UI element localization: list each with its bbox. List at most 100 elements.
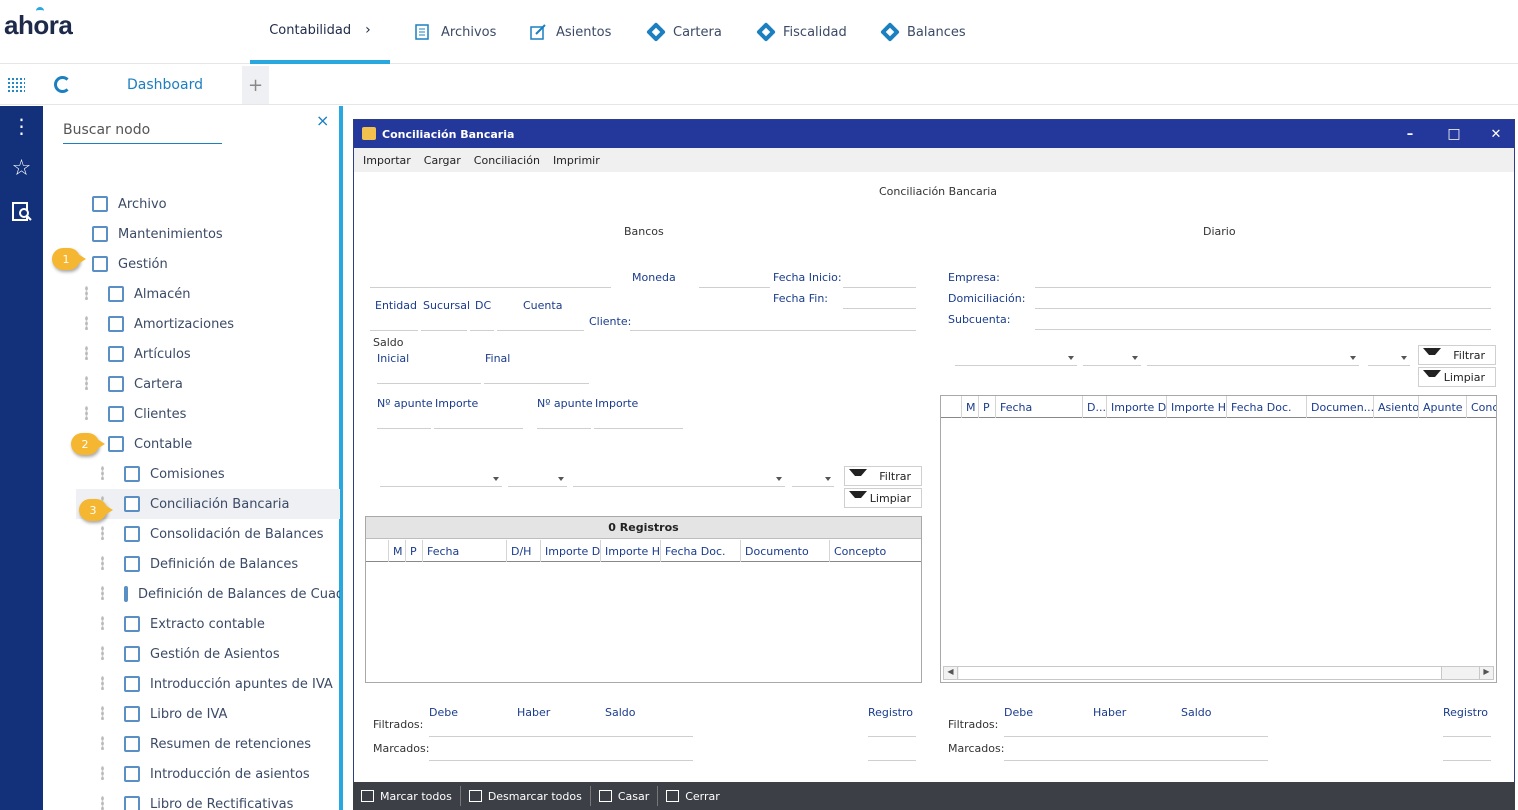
marcar-todos-button[interactable]: Marcar todos <box>353 786 461 806</box>
close-icon[interactable]: × <box>316 111 329 130</box>
column-header[interactable]: Conc <box>1467 396 1496 418</box>
domiciliacion-field[interactable] <box>1035 308 1491 309</box>
apps-grid-icon[interactable] <box>7 77 25 93</box>
column-header[interactable]: Asiento <box>1374 396 1419 418</box>
filter-combo[interactable] <box>1368 348 1410 366</box>
panel-divider[interactable] <box>339 106 343 810</box>
cerrar-button[interactable]: Cerrar <box>658 786 728 806</box>
column-header[interactable]: M <box>389 540 406 562</box>
fecha-fin-field[interactable] <box>843 308 916 309</box>
nav-contabilidad[interactable]: Contabilidad › <box>250 0 390 64</box>
column-header[interactable]: Importe H <box>601 540 661 562</box>
napunte-to-field[interactable] <box>537 428 591 429</box>
nav-cartera[interactable]: Cartera <box>646 0 722 64</box>
column-header[interactable]: Importe H <box>1167 396 1227 418</box>
tab-dashboard[interactable]: Dashboard <box>90 64 240 105</box>
tree-node-mantenimientos[interactable]: Mantenimientos <box>92 219 223 249</box>
menu-cargar[interactable]: Cargar <box>424 154 461 167</box>
column-header[interactable]: P <box>979 396 996 418</box>
filter-combo[interactable] <box>792 469 834 487</box>
scroll-left-icon[interactable]: ◀ <box>944 667 958 679</box>
ahora-logo[interactable]: ahora <box>4 10 73 41</box>
diario-grid[interactable]: M P Fecha D... Importe D Importe H Fecha… <box>940 395 1497 683</box>
tree-node-amortizaciones[interactable]: Amortizaciones <box>108 309 234 339</box>
tree-node-libro-iva[interactable]: Libro de IVA <box>124 699 227 729</box>
sucursal-field[interactable] <box>421 330 467 331</box>
desmarcar-todos-button[interactable]: Desmarcar todos <box>461 786 591 806</box>
menu-importar[interactable]: Importar <box>363 154 411 167</box>
maximize-button[interactable]: □ <box>1434 120 1474 148</box>
search-document-icon[interactable] <box>0 200 43 227</box>
minimize-button[interactable]: – <box>1390 120 1430 148</box>
more-vertical-icon[interactable]: ⋮ <box>0 114 43 138</box>
cliente-field[interactable] <box>630 330 916 331</box>
tree-node-articulos[interactable]: Artículos <box>108 339 191 369</box>
column-header[interactable]: Concepto <box>830 540 921 562</box>
tree-node-conciliacion-bancaria[interactable]: Conciliación Bancaria <box>124 489 289 519</box>
subcuenta-field[interactable] <box>1035 329 1491 330</box>
refresh-icon[interactable] <box>54 76 71 93</box>
dc-field[interactable] <box>470 330 494 331</box>
close-button[interactable]: ✕ <box>1476 120 1516 148</box>
scroll-right-icon[interactable]: ▶ <box>1479 667 1493 679</box>
tree-node-consolidacion[interactable]: Consolidación de Balances <box>124 519 324 549</box>
tree-node-almacen[interactable]: Almacén <box>108 279 191 309</box>
column-header[interactable] <box>366 540 389 562</box>
casar-button[interactable]: Casar <box>591 786 659 806</box>
saldo-inicial-field[interactable] <box>377 383 481 384</box>
napunte-from-field[interactable] <box>377 428 431 429</box>
horizontal-scrollbar[interactable]: ◀ ▶ <box>943 666 1494 680</box>
nav-fiscalidad[interactable]: Fiscalidad <box>756 0 847 64</box>
column-header[interactable]: Apunte <box>1419 396 1467 418</box>
tree-node-cartera[interactable]: Cartera <box>108 369 183 399</box>
tree-node-gestion-asientos[interactable]: Gestión de Asientos <box>124 639 280 669</box>
nav-archivos[interactable]: Archivos <box>415 0 496 64</box>
importe-to-field[interactable] <box>594 428 683 429</box>
bancos-grid[interactable]: 0 Registros M P Fecha D/H Importe D Impo… <box>365 516 922 683</box>
column-header[interactable]: Documento <box>741 540 830 562</box>
limpiar-button[interactable]: Limpiar <box>1418 367 1496 387</box>
banco-field[interactable] <box>370 287 611 288</box>
tree-node-contable[interactable]: Contable <box>108 429 192 459</box>
filter-combo[interactable] <box>1083 348 1141 366</box>
tree-node-definicion-balances-cuadro[interactable]: Definición de Balances de Cuadro <box>124 579 340 609</box>
column-header[interactable]: Importe D <box>1107 396 1167 418</box>
filter-combo[interactable] <box>955 348 1077 366</box>
fecha-inicio-field[interactable] <box>843 287 916 288</box>
scroll-thumb[interactable] <box>959 667 1442 679</box>
tree-node-libro-rectificativas[interactable]: Libro de Rectificativas <box>124 789 293 810</box>
filter-combo[interactable] <box>573 469 785 487</box>
limpiar-button[interactable]: Limpiar <box>844 488 922 508</box>
moneda-field[interactable] <box>699 287 770 288</box>
add-tab-button[interactable]: + <box>242 66 269 104</box>
column-header[interactable]: Fecha Doc. <box>661 540 741 562</box>
column-header[interactable]: Fecha <box>996 396 1083 418</box>
column-header[interactable]: Documen... <box>1307 396 1374 418</box>
filter-combo[interactable] <box>380 469 502 487</box>
filter-combo[interactable] <box>1147 348 1359 366</box>
search-node-input[interactable]: Buscar nodo <box>63 120 222 144</box>
filtrar-button[interactable]: Filtrar <box>844 466 922 486</box>
column-header[interactable]: P <box>406 540 423 562</box>
dialog-titlebar[interactable]: Conciliación Bancaria – □ ✕ <box>354 120 1514 148</box>
tree-node-introduccion-asientos[interactable]: Introducción de asientos <box>124 759 310 789</box>
entidad-field[interactable] <box>370 330 418 331</box>
empresa-field[interactable] <box>1035 287 1491 288</box>
nav-asientos[interactable]: Asientos <box>530 0 611 64</box>
menu-conciliacion[interactable]: Conciliación <box>474 154 540 167</box>
column-header[interactable]: D/H <box>507 540 541 562</box>
tree-node-comisiones[interactable]: Comisiones <box>124 459 225 489</box>
column-header[interactable] <box>941 396 962 418</box>
tree-node-extracto-contable[interactable]: Extracto contable <box>124 609 265 639</box>
tree-node-introduccion-iva[interactable]: Introducción apuntes de IVA <box>124 669 333 699</box>
filtrar-button[interactable]: Filtrar <box>1418 345 1496 365</box>
tree-node-definicion-balances[interactable]: Definición de Balances <box>124 549 298 579</box>
column-header[interactable]: Importe D <box>541 540 601 562</box>
filter-combo[interactable] <box>508 469 567 487</box>
cuenta-field[interactable] <box>497 330 584 331</box>
menu-imprimir[interactable]: Imprimir <box>553 154 600 167</box>
column-header[interactable]: Fecha <box>423 540 507 562</box>
nav-balances[interactable]: Balances <box>880 0 966 64</box>
tree-node-archivo[interactable]: Archivo <box>92 189 167 219</box>
tree-node-gestion[interactable]: Gestión <box>92 249 168 279</box>
